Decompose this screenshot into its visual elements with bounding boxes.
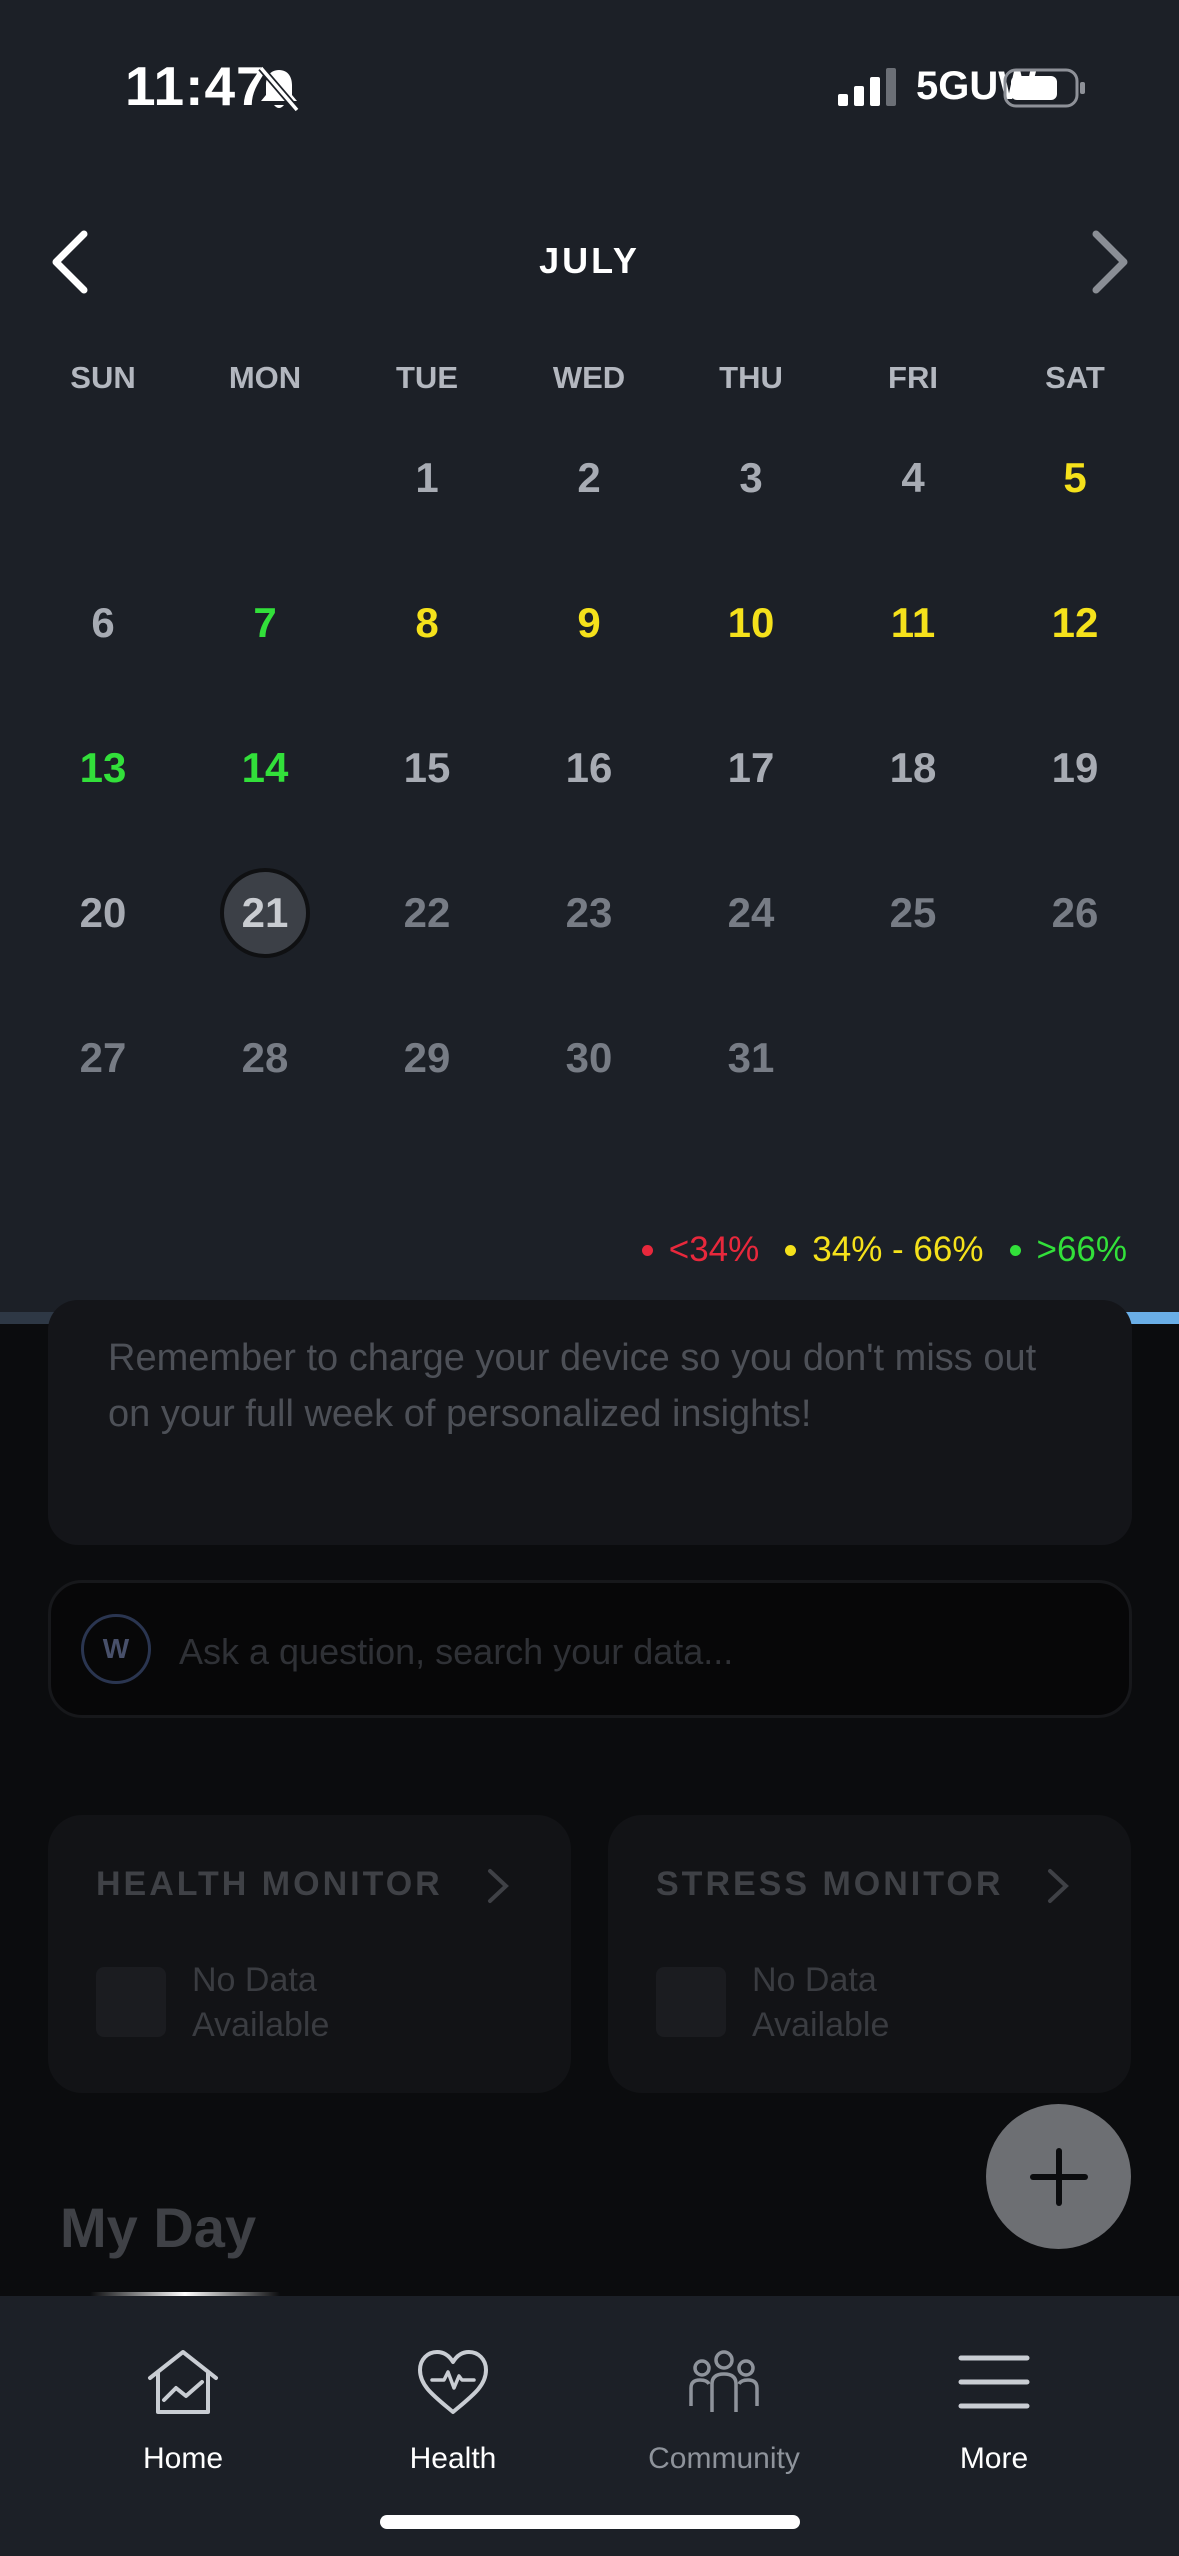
ask-search-bar[interactable]: W Ask a question, search your data... [48, 1580, 1132, 1718]
stress-monitor-card[interactable]: STRESS MONITOR No Data Available [608, 1815, 1131, 2093]
calendar-day[interactable]: 31 [701, 1008, 801, 1108]
home-indicator[interactable] [380, 2515, 800, 2529]
nav-community[interactable]: Community [589, 2296, 859, 2476]
community-icon [689, 2350, 759, 2412]
signal-icon [838, 68, 896, 106]
calendar-day[interactable]: 27 [53, 1008, 153, 1108]
calendar-day[interactable]: 26 [1025, 863, 1125, 963]
nav-health-label: Health [409, 2442, 497, 2475]
calendar-day[interactable]: 28 [215, 1008, 315, 1108]
nav-more-label: More [959, 2442, 1029, 2475]
calendar-day[interactable]: 30 [539, 1008, 639, 1108]
legend-dot-icon [641, 1244, 653, 1256]
calendar-day[interactable]: 23 [539, 863, 639, 963]
calendar-day[interactable]: 22 [377, 863, 477, 963]
menu-icon [958, 2355, 1030, 2409]
calendar-day[interactable]: 18 [863, 718, 963, 818]
plus-icon [1029, 2147, 1088, 2206]
nav-home[interactable]: Home [48, 2296, 318, 2476]
heart-pulse-icon [418, 2350, 488, 2414]
legend-label: <34% [668, 1230, 760, 1269]
calendar-day[interactable]: 1 [377, 428, 477, 528]
status-time: 11:47 [125, 55, 268, 117]
add-button[interactable] [986, 2104, 1131, 2249]
calendar-day[interactable]: 7 [215, 573, 315, 673]
calendar-day[interactable]: 21 [220, 868, 310, 958]
calendar-day[interactable]: 17 [701, 718, 801, 818]
legend-dot-icon [785, 1244, 797, 1256]
nav-community-label: Community [648, 2442, 800, 2475]
battery-icon [1003, 68, 1085, 108]
calendar-panel: 11:47 5GUW JULY SUN MON TUE WED THU FRI SAT 12… [0, 0, 1179, 1312]
chevron-right-icon [488, 1869, 509, 1903]
charge-reminder-text: Remember to charge your device so you do… [108, 1337, 1037, 1435]
weekday-label: MON [228, 360, 302, 395]
calendar-day[interactable]: 4 [863, 428, 963, 528]
weekday-label: TUE [396, 360, 458, 395]
health-monitor-title: HEALTH MONITOR [96, 1865, 443, 1903]
weekday-label: WED [552, 360, 626, 395]
charge-reminder-card: Remember to charge your device so you do… [48, 1300, 1132, 1545]
health-monitor-status: No Data Available [192, 1961, 330, 2044]
chevron-right-icon [1048, 1869, 1069, 1903]
weekday-label: SAT [1045, 360, 1105, 395]
assistant-logo-icon: W [81, 1614, 151, 1684]
nav-home-label: Home [142, 2442, 224, 2475]
calendar-day[interactable]: 19 [1025, 718, 1125, 818]
nav-more[interactable]: More [859, 2296, 1129, 2476]
ask-placeholder: Ask a question, search your data... [179, 1631, 734, 1672]
calendar-day[interactable]: 2 [539, 428, 639, 528]
calendar-day[interactable]: 10 [701, 573, 801, 673]
status-bar: 11:47 5GUW [0, 0, 1179, 170]
calendar-day[interactable]: 29 [377, 1008, 477, 1108]
legend-dot-icon [1009, 1244, 1021, 1256]
weekday-label: FRI [888, 360, 938, 395]
stress-monitor-title: STRESS MONITOR [656, 1865, 1004, 1903]
legend: <34% 34% - 66% >66% [616, 1230, 1127, 1270]
silent-bell-icon [258, 65, 300, 113]
stress-monitor-status: No Data Available [752, 1961, 890, 2044]
calendar-day[interactable]: 20 [53, 863, 153, 963]
calendar-day[interactable]: 11 [863, 573, 963, 673]
home-icon [148, 2350, 218, 2414]
nav-health[interactable]: Health [318, 2296, 588, 2476]
calendar-day[interactable]: 25 [863, 863, 963, 963]
calendar-day[interactable]: 16 [539, 718, 639, 818]
calendar-day[interactable]: 12 [1025, 573, 1125, 673]
calendar-day[interactable]: 14 [215, 718, 315, 818]
chart-icon [656, 1967, 726, 2037]
legend-label: 34% - 66% [812, 1230, 984, 1269]
calendar-day[interactable]: 6 [53, 573, 153, 673]
calendar-day[interactable]: 5 [1025, 428, 1125, 528]
month-title: JULY [539, 240, 640, 281]
chart-icon [96, 1967, 166, 2037]
calendar-day[interactable]: 15 [377, 718, 477, 818]
legend-label: >66% [1036, 1230, 1128, 1269]
calendar-day[interactable]: 13 [53, 718, 153, 818]
health-monitor-card[interactable]: HEALTH MONITOR No Data Available [48, 1815, 571, 2093]
calendar-day[interactable]: 9 [539, 573, 639, 673]
weekday-label: THU [719, 360, 783, 395]
my-day-heading: My Day [60, 2196, 257, 2259]
weekday-label: SUN [70, 360, 136, 395]
next-month-chevron-icon[interactable] [1072, 222, 1142, 302]
calendar-day[interactable]: 8 [377, 573, 477, 673]
calendar-day[interactable]: 24 [701, 863, 801, 963]
calendar-day[interactable]: 3 [701, 428, 801, 528]
